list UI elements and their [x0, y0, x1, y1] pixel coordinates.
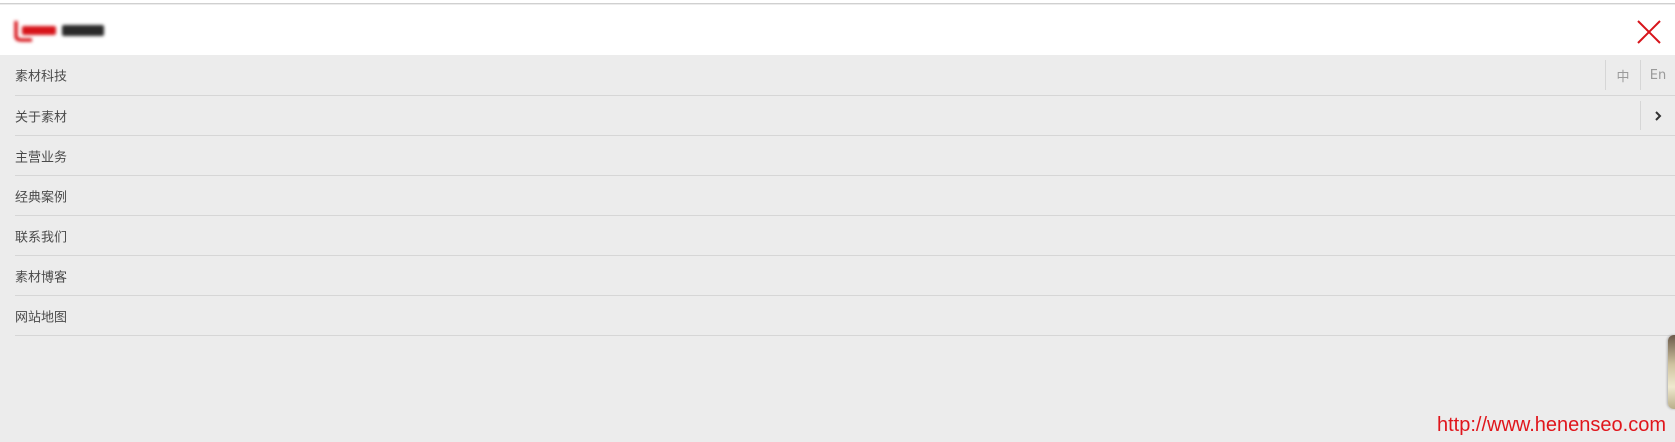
menu-item-label: 联系我们: [15, 230, 68, 245]
header-bar: [0, 5, 1675, 55]
submenu-toggle-button[interactable]: [1640, 101, 1675, 130]
logo[interactable]: [10, 17, 110, 43]
language-switcher: 中 En: [1605, 60, 1675, 90]
menu-item-label: 素材科技: [15, 69, 68, 85]
side-float-widget[interactable]: [1668, 335, 1675, 409]
menu-item-label: 主营业务: [15, 150, 68, 165]
menu-item-home[interactable]: 素材科技 中 En: [15, 55, 1675, 96]
close-icon[interactable]: [1635, 18, 1663, 46]
chevron-right-icon: [1655, 110, 1662, 121]
menu-item-label: 网站地图: [15, 310, 68, 325]
menu-item-contact[interactable]: 联系我们: [15, 216, 1675, 256]
watermark-url: http://www.henenseo.com: [1436, 414, 1666, 436]
lang-en-button[interactable]: En: [1640, 60, 1675, 90]
top-divider: [0, 0, 1675, 4]
lang-zh-button[interactable]: 中: [1605, 60, 1640, 90]
menu-item-cases[interactable]: 经典案例: [15, 176, 1675, 216]
mobile-nav-panel: 素材科技 中 En 关于素材 主营业务 经典案例 联系我们 素材博客 网站地图 …: [0, 0, 1675, 442]
menu-item-label: 素材博客: [15, 270, 68, 285]
menu-item-blog[interactable]: 素材博客: [15, 256, 1675, 296]
menu-item-about[interactable]: 关于素材: [15, 96, 1675, 136]
menu-item-label: 关于素材: [15, 110, 68, 125]
menu-item-label: 经典案例: [15, 190, 68, 205]
nav-menu: 素材科技 中 En 关于素材 主营业务 经典案例 联系我们 素材博客 网站地图: [15, 55, 1675, 336]
menu-item-sitemap[interactable]: 网站地图: [15, 296, 1675, 336]
menu-item-services[interactable]: 主营业务: [15, 136, 1675, 176]
